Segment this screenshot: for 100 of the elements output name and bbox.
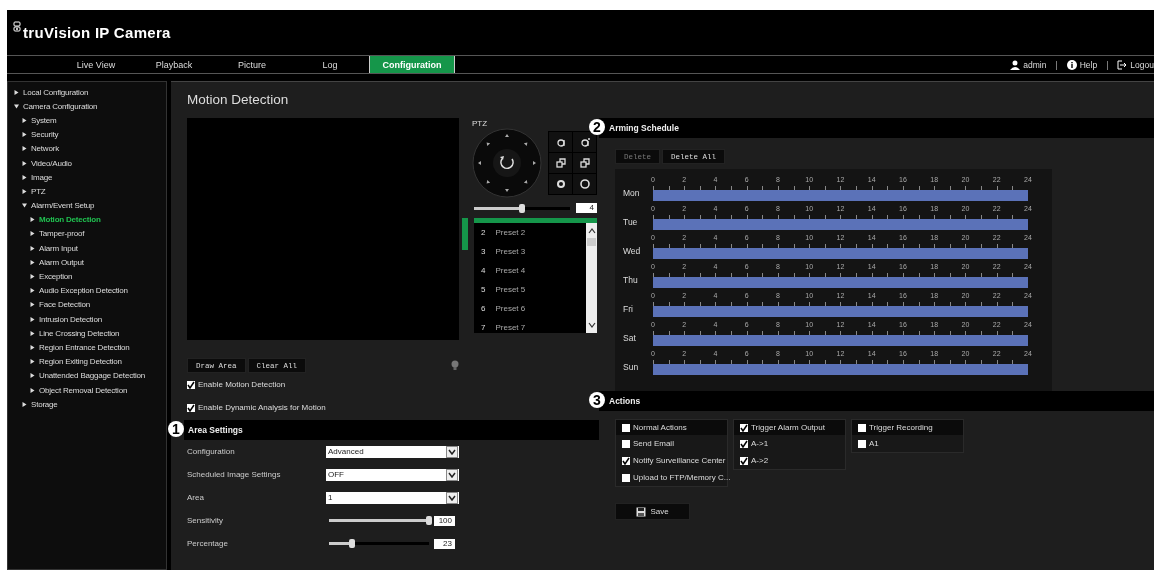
tree-item[interactable]: PTZ: [8, 184, 166, 199]
day-label: Wed: [623, 246, 642, 258]
ptz-button[interactable]: [549, 153, 572, 173]
checkbox[interactable]: [622, 473, 630, 482]
checkbox[interactable]: [858, 423, 866, 432]
save-button[interactable]: Save: [615, 503, 690, 520]
user-name: admin: [1023, 59, 1047, 70]
checkbox[interactable]: [622, 456, 630, 465]
speed-slider[interactable]: [474, 206, 570, 210]
checkbox[interactable]: [740, 423, 748, 432]
nav-tab[interactable]: Picture: [213, 56, 291, 73]
ptz-button[interactable]: [549, 174, 572, 194]
preset-name[interactable]: Preset 7: [495, 323, 526, 332]
tree-item[interactable]: Alarm Input: [8, 241, 166, 256]
setting-label: Scheduled Image Settings: [187, 470, 282, 479]
tree-item[interactable]: Image: [8, 170, 166, 185]
preset-name[interactable]: Preset 4: [495, 266, 526, 275]
window-icon: [555, 158, 566, 168]
ptz-button[interactable]: [573, 174, 596, 194]
window-icon: [579, 158, 590, 168]
callout-marker: 1: [168, 421, 184, 437]
nav-tab[interactable]: Configuration: [369, 56, 455, 73]
checkbox[interactable]: [187, 403, 195, 412]
tree-item[interactable]: Audio Exception Detection: [8, 283, 166, 298]
tree-item[interactable]: Region Entrance Detection: [8, 340, 166, 355]
tree-item[interactable]: Tamper-proof: [8, 226, 166, 242]
schedule-track[interactable]: [653, 277, 1028, 288]
ptz-button[interactable]: [549, 132, 572, 152]
nav-tab[interactable]: Live View: [57, 56, 135, 73]
scrollbar[interactable]: [586, 223, 597, 333]
preset-name[interactable]: Preset 6: [495, 304, 526, 313]
checkbox[interactable]: [740, 439, 748, 448]
schedule-track[interactable]: [653, 248, 1028, 259]
checkbox-label: Enable Motion Detection: [198, 380, 286, 389]
preset-number: 6: [481, 304, 486, 313]
schedule-track[interactable]: [653, 190, 1028, 201]
nav-tab[interactable]: Playback: [135, 56, 213, 73]
ptz-direction-pad[interactable]: [472, 128, 542, 198]
dropdown[interactable]: OFF: [326, 468, 459, 481]
day-label: Fri: [623, 304, 634, 316]
preset-name[interactable]: Preset 2: [495, 228, 526, 237]
tree-item[interactable]: Unattended Baggage Detection: [8, 368, 166, 383]
tree-item[interactable]: Line Crossing Detection: [8, 326, 166, 341]
schedule-track[interactable]: [653, 306, 1028, 317]
day-label: Tue: [623, 217, 639, 229]
section-title: Actions: [609, 396, 641, 406]
schedule-track[interactable]: [653, 335, 1028, 346]
tree-item[interactable]: Motion Detection: [8, 212, 166, 227]
schedule-track[interactable]: [653, 364, 1028, 375]
tree-item[interactable]: System: [8, 113, 166, 128]
dropdown[interactable]: 1: [326, 491, 459, 504]
day-label: Mon: [623, 188, 641, 200]
callout-marker: 2: [589, 119, 605, 135]
tree-item[interactable]: Camera Configuration: [8, 99, 166, 114]
tree-item[interactable]: Storage: [8, 397, 166, 412]
dropdown[interactable]: Advanced: [326, 445, 459, 458]
info-icon: [1066, 59, 1077, 70]
checkbox[interactable]: [622, 439, 630, 448]
tree-item[interactable]: Local Configuration: [8, 85, 166, 100]
tree-item[interactable]: Alarm Output: [8, 255, 166, 270]
checkbox-label: Normal Actions: [633, 423, 687, 432]
section-title: Arming Schedule: [609, 123, 679, 133]
checkbox[interactable]: [187, 380, 195, 389]
preset-number: 3: [481, 247, 486, 256]
checkbox[interactable]: [740, 456, 748, 465]
tree-item[interactable]: Security: [8, 127, 166, 142]
ptz-button[interactable]: [573, 132, 596, 152]
preset-list[interactable]: 2 Preset 2 3 Preset 3 4 Preset 4 5 Preset 5 6 Preset 6 7 Preset 7: [474, 218, 597, 333]
tree-item[interactable]: Alarm/Event Setup: [8, 198, 166, 213]
tree-item[interactable]: Face Detection: [8, 297, 166, 312]
nav-tab[interactable]: Log: [291, 56, 369, 73]
tree-item[interactable]: Region Exiting Detection: [8, 354, 166, 369]
tree-item[interactable]: Video/Audio: [8, 155, 166, 171]
schedule-track[interactable]: [653, 219, 1028, 230]
slider[interactable]: [329, 519, 429, 522]
checkbox-label: Send Email: [633, 439, 674, 448]
preset-number: 4: [481, 266, 486, 275]
slider-value: 100: [434, 515, 455, 526]
preset-name[interactable]: Preset 5: [495, 285, 526, 294]
speed-value: 4: [576, 203, 597, 213]
tree-item[interactable]: Intrusion Detection: [8, 312, 166, 327]
day-label: Sun: [623, 362, 640, 374]
ptz-button[interactable]: [573, 153, 596, 173]
setting-label: Sensitivity: [187, 516, 224, 525]
callout-marker: 3: [589, 392, 605, 408]
checkbox-label: Notify Surveillance Center: [633, 456, 726, 465]
nav-link[interactable]: Help: [1079, 59, 1098, 70]
ring-icon: [555, 179, 566, 189]
checkbox[interactable]: [858, 439, 866, 448]
tree-item[interactable]: Exception: [8, 269, 166, 284]
preset-name[interactable]: Preset 3: [495, 247, 526, 256]
tree-item[interactable]: Network: [8, 141, 166, 156]
scroll-thumb[interactable]: [587, 238, 596, 246]
collapse-handle[interactable]: [462, 218, 468, 250]
checkbox[interactable]: [622, 423, 630, 432]
tree-item[interactable]: Object Removal Detection: [8, 382, 166, 398]
scroll-down-icon: [587, 322, 596, 328]
section-title: Area Settings: [188, 425, 243, 435]
separator: |: [1055, 59, 1058, 70]
nav-link[interactable]: Logou: [1130, 59, 1154, 70]
